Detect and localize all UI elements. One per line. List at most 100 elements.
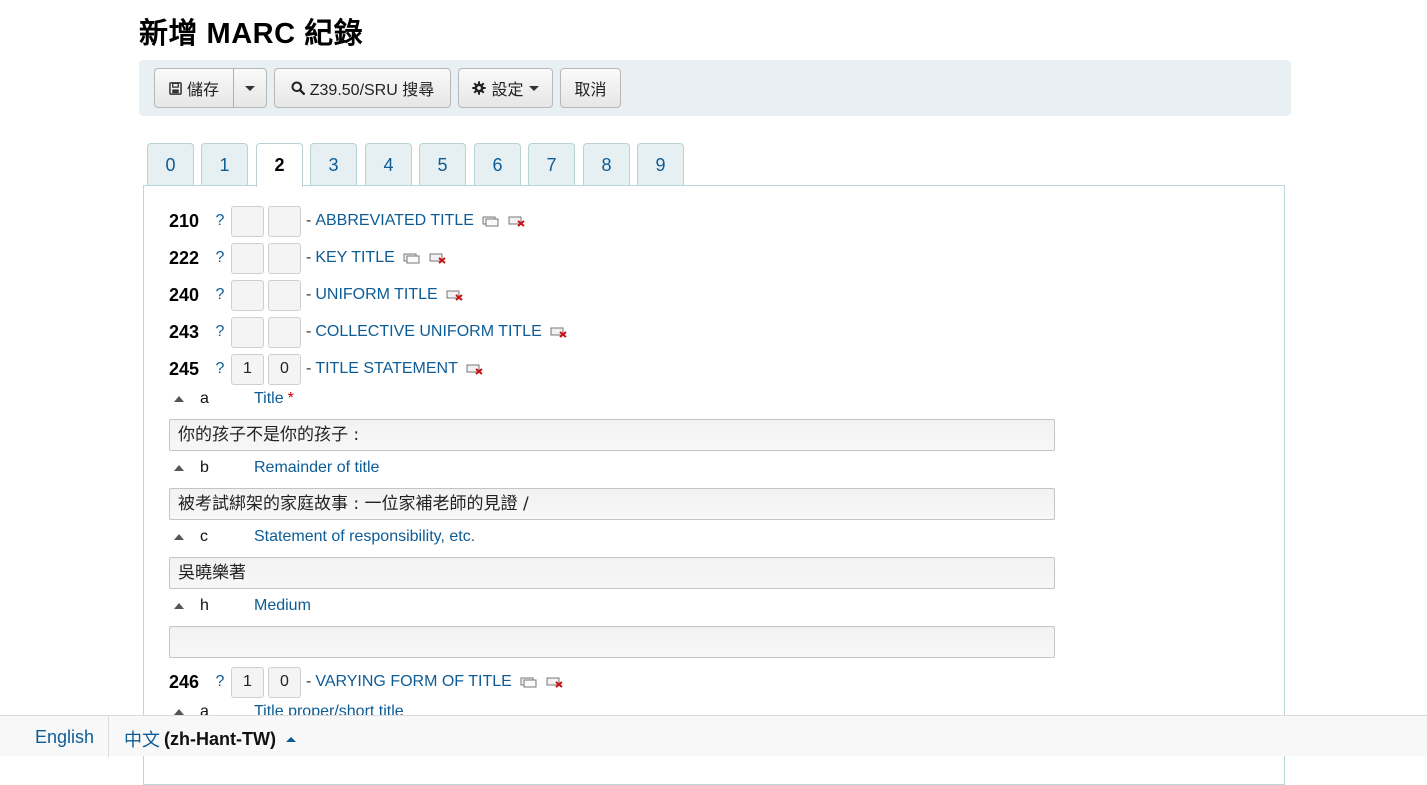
caret-down-icon [528, 85, 539, 91]
save-button[interactable]: 儲存 [154, 68, 234, 108]
field-label[interactable]: ABBREVIATED TITLE [315, 212, 474, 230]
field-label[interactable]: VARYING FORM OF TITLE [315, 673, 511, 691]
field-help-link[interactable]: ? [211, 673, 229, 691]
field-separator: - [306, 360, 312, 377]
language-english-link[interactable]: English [35, 727, 94, 748]
field-separator: - [306, 323, 312, 340]
subfield-label[interactable]: Statement of responsibility, etc. [254, 528, 475, 546]
language-footer: English 中文 (zh-Hant-TW) [0, 715, 1427, 757]
subfield-label-text: Title [254, 390, 284, 407]
field-help-link[interactable]: ? [211, 249, 229, 267]
tab-7[interactable]: 7 [528, 143, 575, 186]
delete-field-icon[interactable] [546, 676, 564, 688]
field-label[interactable]: UNIFORM TITLE [315, 286, 437, 304]
field-help-link[interactable]: ? [211, 286, 229, 304]
field-help-link[interactable]: ? [211, 360, 229, 378]
indicator-2-input[interactable] [268, 666, 301, 698]
indicator-1-input[interactable] [231, 353, 264, 385]
subfield-245h-input[interactable] [169, 626, 1055, 658]
collapse-arrow-icon[interactable] [174, 465, 184, 471]
tab-2[interactable]: 2 [256, 143, 303, 187]
collapse-arrow-icon[interactable] [174, 396, 184, 402]
caret-down-icon [245, 85, 255, 91]
tab-6[interactable]: 6 [474, 143, 521, 186]
delete-field-icon[interactable] [446, 289, 464, 301]
z3950-search-label: Z39.50/SRU 搜尋 [309, 82, 435, 99]
settings-dropdown-button[interactable]: 設定 [458, 68, 553, 108]
marc-field-210: 210 ? - ABBREVIATED TITLE [169, 205, 526, 237]
cancel-button[interactable]: 取消 [560, 68, 621, 108]
field-separator: - [306, 249, 312, 266]
current-language-dropdown[interactable]: 中文 (zh-Hant-TW) [124, 726, 296, 752]
collapse-arrow-icon[interactable] [174, 603, 184, 609]
subfield-label[interactable]: Medium [254, 597, 311, 615]
tab-9[interactable]: 9 [637, 143, 684, 186]
indicator-1-input[interactable] [231, 242, 264, 274]
delete-field-icon[interactable] [550, 326, 568, 338]
repeat-field-icon[interactable] [520, 676, 538, 688]
search-icon [291, 81, 305, 95]
field-label[interactable]: KEY TITLE [315, 249, 394, 267]
subfield-code: c [200, 528, 208, 545]
divider [108, 716, 109, 757]
indicator-2-input[interactable] [268, 316, 301, 348]
subfield-245c-input[interactable]: 吳曉樂著 [169, 557, 1055, 589]
settings-label: 設定 [491, 82, 524, 99]
tab-8[interactable]: 8 [583, 143, 630, 186]
marc-field-222: 222 ? - KEY TITLE [169, 242, 447, 274]
field-tag: 243 [169, 321, 200, 342]
save-options-dropdown-button[interactable] [233, 68, 267, 108]
marc-field-243: 243 ? - COLLECTIVE UNIFORM TITLE [169, 316, 568, 348]
marc-field-245: 245 ? - TITLE STATEMENT [169, 353, 484, 385]
field-separator: - [306, 286, 312, 303]
delete-field-icon[interactable] [429, 252, 447, 264]
indicator-1-input[interactable] [231, 279, 264, 311]
field-tag: 222 [169, 247, 200, 268]
z3950-search-button[interactable]: Z39.50/SRU 搜尋 [274, 68, 451, 108]
subfield-245b-row: b Remainder of title [174, 458, 379, 478]
tab-1[interactable]: 1 [201, 143, 248, 186]
indicator-1-input[interactable] [231, 205, 264, 237]
tab-0[interactable]: 0 [147, 143, 194, 186]
repeat-field-icon[interactable] [482, 215, 500, 227]
subfield-245b-input[interactable]: 被考試綁架的家庭故事 : 一位家補老師的見證 / [169, 488, 1055, 520]
current-language-script: 中文 [124, 730, 160, 750]
collapse-arrow-icon[interactable] [174, 534, 184, 540]
indicator-2-input[interactable] [268, 242, 301, 274]
indicator-2-input[interactable] [268, 279, 301, 311]
marc-field-240: 240 ? - UNIFORM TITLE [169, 279, 464, 311]
field-separator: - [306, 212, 312, 229]
subfield-245a-input[interactable]: 你的孩子不是你的孩子 : [169, 419, 1055, 451]
subfield-label[interactable]: Remainder of title [254, 459, 379, 477]
save-button-label: 儲存 [186, 82, 219, 99]
field-help-link[interactable]: ? [211, 212, 229, 230]
marc-field-246: 246 ? - VARYING FORM OF TITLE [169, 666, 564, 698]
subfield-245a-row: a Title * [174, 389, 294, 409]
field-tag: 210 [169, 210, 200, 231]
subfield-label[interactable]: Title * [254, 390, 294, 408]
indicator-1-input[interactable] [231, 316, 264, 348]
field-tag: 246 [169, 671, 200, 692]
tab-3[interactable]: 3 [310, 143, 357, 186]
repeat-field-icon[interactable] [403, 252, 421, 264]
subfield-245c-row: c Statement of responsibility, etc. [174, 527, 475, 547]
caret-up-icon [285, 736, 296, 742]
cancel-button-label: 取消 [574, 82, 607, 99]
subfield-245h-row: h Medium [174, 596, 311, 616]
field-label[interactable]: TITLE STATEMENT [315, 360, 458, 378]
toolbar: 儲存 Z39.50/SRU 搜尋 設定 取消 [139, 60, 1291, 116]
indicator-2-input[interactable] [268, 205, 301, 237]
indicator-1-input[interactable] [231, 666, 264, 698]
field-label[interactable]: COLLECTIVE UNIFORM TITLE [315, 323, 541, 341]
delete-field-icon[interactable] [508, 215, 526, 227]
current-language-code: (zh-Hant-TW) [164, 728, 276, 749]
gear-icon [472, 81, 487, 95]
subfield-code: h [200, 597, 209, 614]
indicator-2-input[interactable] [268, 353, 301, 385]
field-help-link[interactable]: ? [211, 323, 229, 341]
tab-5[interactable]: 5 [419, 143, 466, 186]
page-title: 新增 MARC 紀錄 [139, 18, 364, 50]
delete-field-icon[interactable] [466, 363, 484, 375]
tab-4[interactable]: 4 [365, 143, 412, 186]
subfield-code: b [200, 459, 209, 476]
